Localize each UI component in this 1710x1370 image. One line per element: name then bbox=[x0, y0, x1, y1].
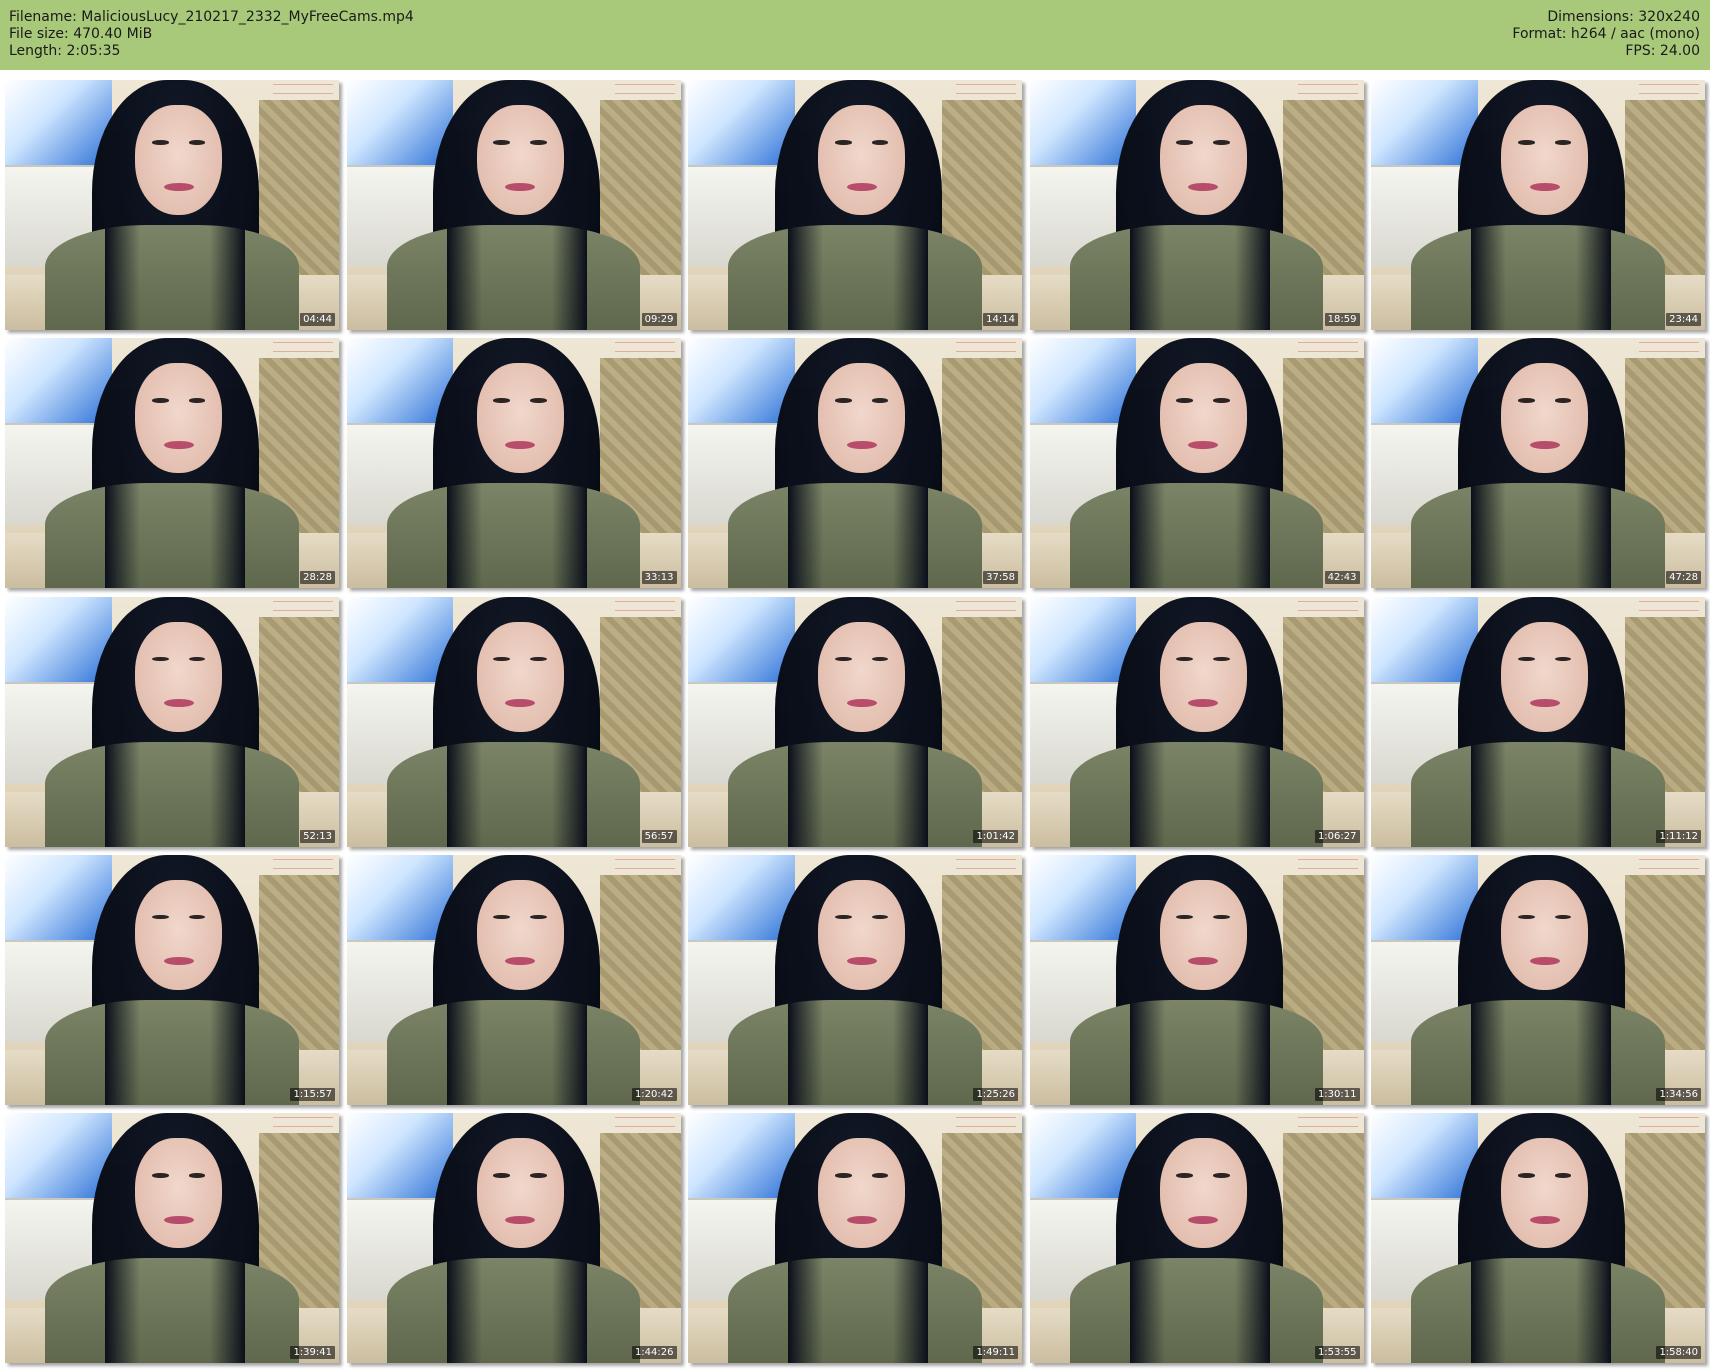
video-thumbnail[interactable]: 1:49:11 bbox=[688, 1113, 1022, 1363]
thumbnail-timestamp: 1:11:12 bbox=[1656, 829, 1701, 843]
filename-text: Filename: MaliciousLucy_210217_2332_MyFr… bbox=[9, 9, 414, 25]
video-thumbnail[interactable]: 1:06:27 bbox=[1029, 596, 1364, 847]
thumbnail-timestamp: 1:39:41 bbox=[290, 1346, 335, 1359]
thumbnail-image bbox=[688, 1113, 1022, 1363]
thumbnail-timestamp: 1:30:11 bbox=[1314, 1087, 1360, 1101]
thumbnail-image bbox=[688, 80, 1022, 330]
metadata-header: Filename: MaliciousLucy_210217_2332_MyFr… bbox=[0, 0, 1710, 70]
video-thumbnail[interactable]: 1:34:56 bbox=[1371, 854, 1705, 1105]
thumbnail-image bbox=[688, 338, 1022, 589]
thumbnail-timestamp: 1:15:57 bbox=[290, 1087, 335, 1101]
thumbnail-image bbox=[346, 854, 681, 1105]
format-text: Format: h264 / aac (mono) bbox=[1512, 26, 1700, 42]
video-thumbnail[interactable]: 18:59 bbox=[1029, 80, 1364, 330]
thumbnail-timestamp: 56:57 bbox=[641, 829, 677, 843]
thumbnail-timestamp: 09:29 bbox=[641, 313, 677, 326]
length-text: Length: 2:05:35 bbox=[9, 43, 121, 59]
thumbnail-timestamp: 1:25:26 bbox=[973, 1087, 1018, 1101]
thumbnail-timestamp: 42:43 bbox=[1324, 571, 1360, 585]
video-thumbnail[interactable]: 56:57 bbox=[346, 596, 681, 847]
thumbnail-timestamp: 1:53:55 bbox=[1314, 1346, 1360, 1359]
video-thumbnail[interactable]: 1:01:42 bbox=[688, 596, 1022, 847]
thumbnail-image bbox=[5, 854, 339, 1105]
thumbnail-timestamp: 47:28 bbox=[1666, 571, 1701, 585]
thumbnail-timestamp: 33:13 bbox=[641, 571, 677, 585]
thumbnail-image bbox=[688, 596, 1022, 847]
thumbnail-timestamp: 37:58 bbox=[983, 571, 1018, 585]
thumbnail-image bbox=[5, 596, 339, 847]
thumbnail-image bbox=[1029, 80, 1364, 330]
thumbnail-timestamp: 1:49:11 bbox=[973, 1346, 1018, 1359]
thumbnail-image bbox=[346, 338, 681, 589]
video-thumbnail[interactable]: 28:28 bbox=[5, 338, 339, 589]
video-thumbnail[interactable]: 1:39:41 bbox=[5, 1113, 339, 1363]
thumbnail-timestamp: 1:20:42 bbox=[631, 1087, 677, 1101]
video-thumbnail[interactable]: 09:29 bbox=[346, 80, 681, 330]
thumbnail-image bbox=[346, 596, 681, 847]
thumbnail-timestamp: 1:06:27 bbox=[1314, 829, 1360, 843]
video-thumbnail[interactable]: 1:53:55 bbox=[1029, 1113, 1364, 1363]
thumbnail-timestamp: 18:59 bbox=[1324, 313, 1360, 326]
video-thumbnail[interactable]: 1:25:26 bbox=[688, 854, 1022, 1105]
video-thumbnail[interactable]: 04:44 bbox=[5, 80, 339, 330]
thumbnail-image bbox=[1371, 596, 1705, 847]
thumbnail-timestamp: 52:13 bbox=[300, 829, 335, 843]
thumbnail-timestamp: 04:44 bbox=[300, 313, 335, 326]
thumbnail-image bbox=[5, 338, 339, 589]
thumbnail-image bbox=[346, 1113, 681, 1363]
thumbnail-image bbox=[1371, 338, 1705, 589]
video-thumbnail[interactable]: 1:30:11 bbox=[1029, 854, 1364, 1105]
thumbnail-timestamp: 28:28 bbox=[300, 571, 335, 585]
thumbnail-image bbox=[1371, 80, 1705, 330]
thumbnail-image bbox=[1029, 338, 1364, 589]
thumbnail-grid: 04:44 09:29 14:14 18:59 23:44 28:28 33:13 37:58… bbox=[5, 80, 1705, 1363]
video-thumbnail[interactable]: 42:43 bbox=[1029, 338, 1364, 589]
thumbnail-image bbox=[1371, 854, 1705, 1105]
video-thumbnail[interactable]: 1:44:26 bbox=[346, 1113, 681, 1363]
video-thumbnail[interactable]: 1:20:42 bbox=[346, 854, 681, 1105]
thumbnail-image bbox=[1029, 1113, 1364, 1363]
video-thumbnail[interactable]: 52:13 bbox=[5, 596, 339, 847]
thumbnail-timestamp: 1:01:42 bbox=[973, 829, 1018, 843]
thumbnail-timestamp: 1:34:56 bbox=[1656, 1087, 1701, 1101]
metadata-right: Dimensions: 320x240 Format: h264 / aac (… bbox=[1512, 9, 1700, 60]
video-thumbnail[interactable]: 37:58 bbox=[688, 338, 1022, 589]
thumbnail-image bbox=[1371, 1113, 1705, 1363]
video-thumbnail[interactable]: 33:13 bbox=[346, 338, 681, 589]
file-size-text: File size: 470.40 MiB bbox=[9, 26, 153, 42]
video-thumbnail[interactable]: 47:28 bbox=[1371, 338, 1705, 589]
video-thumbnail[interactable]: 23:44 bbox=[1371, 80, 1705, 330]
thumbnail-image bbox=[5, 1113, 339, 1363]
thumbnail-image bbox=[5, 80, 339, 330]
thumbnail-image bbox=[1029, 596, 1364, 847]
thumbnail-timestamp: 1:44:26 bbox=[631, 1346, 677, 1359]
video-thumbnail[interactable]: 1:58:40 bbox=[1371, 1113, 1705, 1363]
fps-text: FPS: 24.00 bbox=[1625, 43, 1700, 59]
video-thumbnail[interactable]: 1:15:57 bbox=[5, 854, 339, 1105]
thumbnail-timestamp: 23:44 bbox=[1666, 313, 1701, 326]
video-thumbnail[interactable]: 1:11:12 bbox=[1371, 596, 1705, 847]
video-thumbnail[interactable]: 14:14 bbox=[688, 80, 1022, 330]
thumbnail-timestamp: 14:14 bbox=[983, 313, 1018, 326]
dimensions-text: Dimensions: 320x240 bbox=[1547, 9, 1700, 25]
thumbnail-timestamp: 1:58:40 bbox=[1656, 1346, 1701, 1359]
thumbnail-image bbox=[346, 80, 681, 330]
metadata-left: Filename: MaliciousLucy_210217_2332_MyFr… bbox=[9, 9, 414, 60]
thumbnail-image bbox=[688, 854, 1022, 1105]
thumbnail-image bbox=[1029, 854, 1364, 1105]
